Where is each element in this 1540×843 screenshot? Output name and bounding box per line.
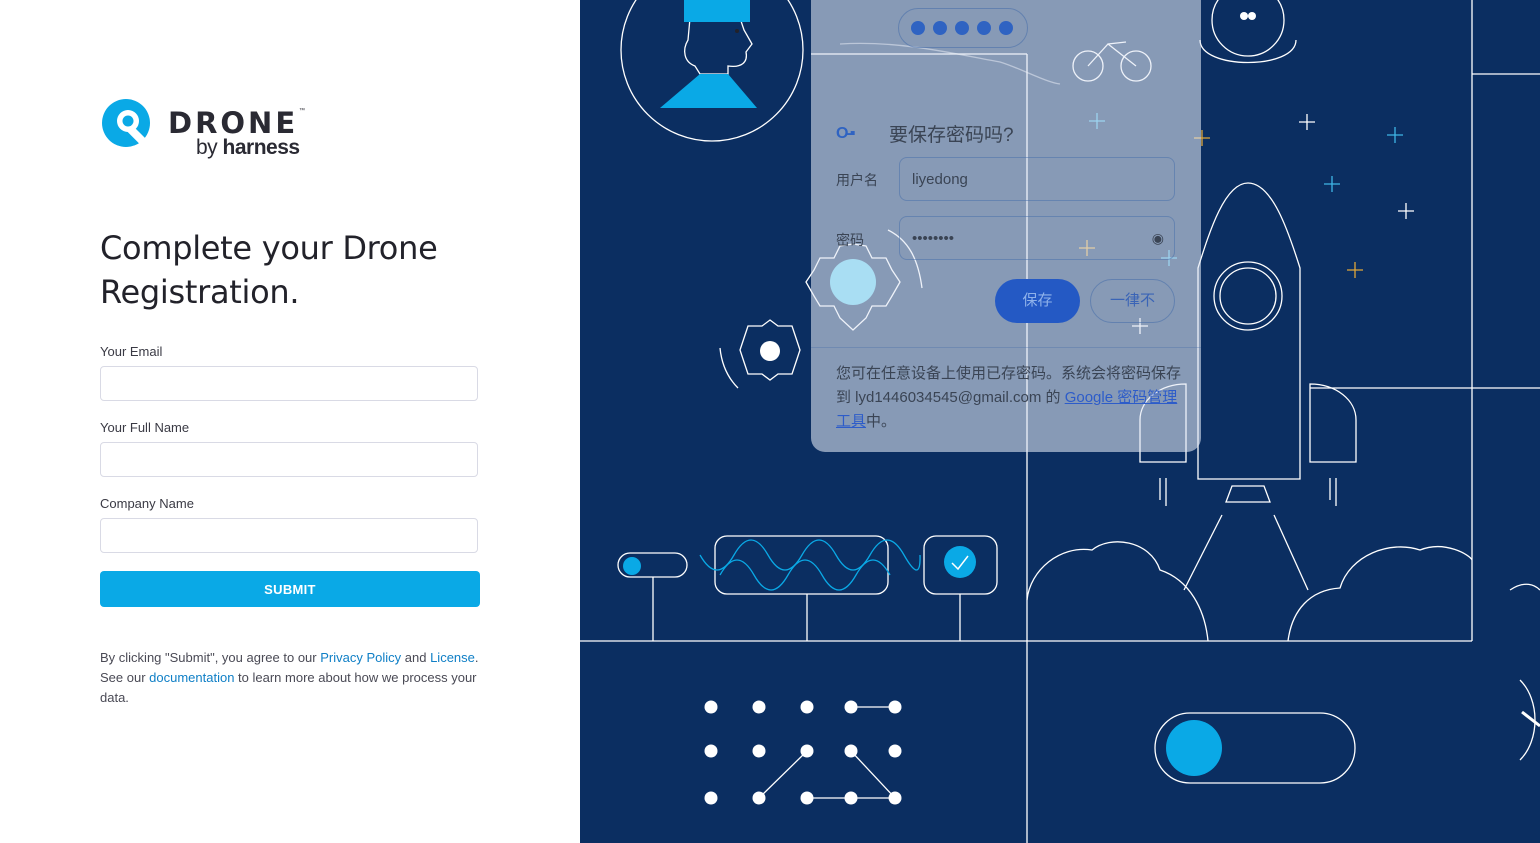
- legal-text-1: By clicking "Submit", you agree to our: [100, 650, 321, 665]
- password-dot-icon: [977, 21, 991, 35]
- password-dot-icon: [911, 21, 925, 35]
- privacy-policy-link[interactable]: Privacy Policy: [320, 650, 401, 665]
- eye-icon[interactable]: ◉: [1152, 230, 1164, 247]
- key-icon: O‑▪: [836, 125, 856, 142]
- password-dot-icon: [955, 21, 969, 35]
- password-dots-decoration: [898, 8, 1028, 48]
- never-save-button[interactable]: 一律不: [1090, 279, 1175, 323]
- email-label: Your Email: [100, 344, 163, 359]
- documentation-link[interactable]: documentation: [149, 670, 234, 685]
- password-dot-icon: [933, 21, 947, 35]
- license-link[interactable]: License: [430, 650, 475, 665]
- logo-company: harness: [222, 136, 301, 159]
- logo-wordmark: DRONE: [168, 106, 299, 140]
- legal-text-2: and: [401, 650, 431, 665]
- drone-logo: DRONE ™ by harness: [100, 96, 320, 162]
- password-info-text: 您可在任意设备上使用已存密码。系统会将密码保存到 lyd1446034545@g…: [836, 362, 1181, 434]
- drone-logo-icon: [102, 99, 150, 148]
- password-dot-icon: [999, 21, 1013, 35]
- username-value: liyedong: [912, 171, 968, 188]
- password-value: ••••••••: [912, 230, 955, 247]
- company-field[interactable]: [100, 518, 478, 553]
- password-info-tail: 中。: [866, 413, 897, 430]
- submit-button[interactable]: SUBMIT: [100, 571, 480, 607]
- email-field[interactable]: [100, 366, 478, 401]
- logo-byline: by harness: [196, 136, 300, 160]
- save-password-title: 要保存密码吗?: [889, 125, 1014, 146]
- username-field[interactable]: liyedong: [899, 157, 1175, 201]
- page-title: Complete your Drone Registration.: [100, 229, 438, 311]
- username-label: 用户名: [836, 172, 878, 188]
- company-label: Company Name: [100, 496, 194, 511]
- popup-divider: [811, 347, 1201, 348]
- legal-notice: By clicking "Submit", you agree to our P…: [100, 648, 480, 708]
- password-label: 密码: [836, 232, 864, 248]
- password-field[interactable]: •••••••• ◉: [899, 216, 1175, 260]
- fullname-label: Your Full Name: [100, 420, 190, 435]
- save-password-button[interactable]: 保存: [995, 279, 1080, 323]
- registration-panel: DRONE ™ by harness Complete your Drone R…: [0, 0, 580, 843]
- logo-by: by: [196, 136, 218, 159]
- logo-trademark: ™: [299, 108, 305, 114]
- fullname-field[interactable]: [100, 442, 478, 477]
